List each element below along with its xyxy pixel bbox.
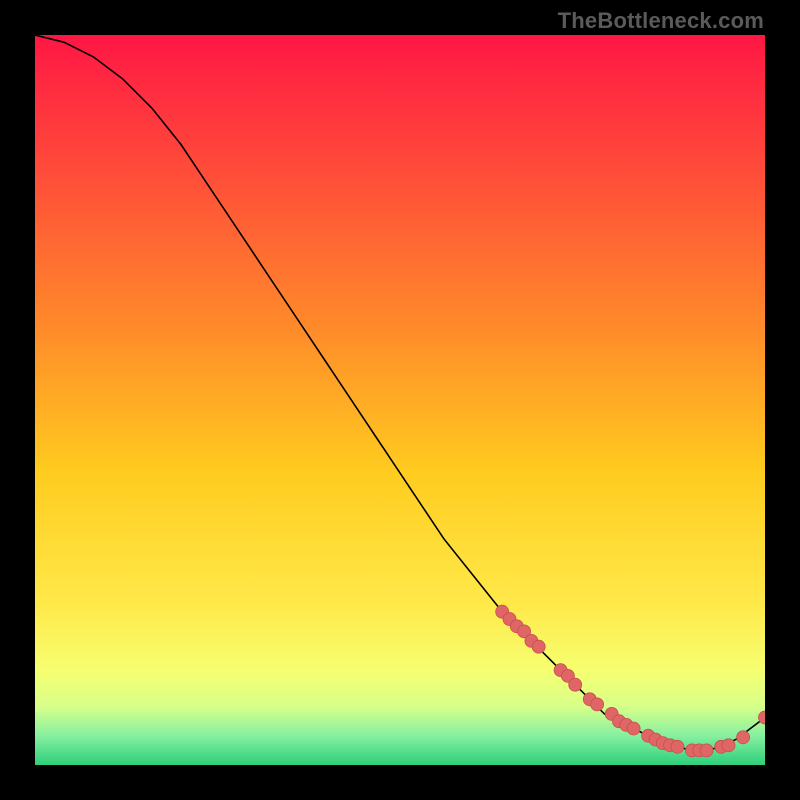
marker-dot bbox=[737, 731, 750, 744]
marker-dot bbox=[722, 739, 735, 752]
marker-dot bbox=[532, 640, 545, 653]
gradient-background bbox=[35, 35, 765, 765]
marker-dot bbox=[627, 722, 640, 735]
marker-dot bbox=[671, 740, 684, 753]
chart-plot-area bbox=[35, 35, 765, 765]
chart-svg bbox=[35, 35, 765, 765]
marker-dot bbox=[700, 744, 713, 757]
watermark-text: TheBottleneck.com bbox=[558, 8, 764, 34]
marker-dot bbox=[591, 698, 604, 711]
chart-stage: TheBottleneck.com bbox=[0, 0, 800, 800]
marker-dot bbox=[569, 678, 582, 691]
